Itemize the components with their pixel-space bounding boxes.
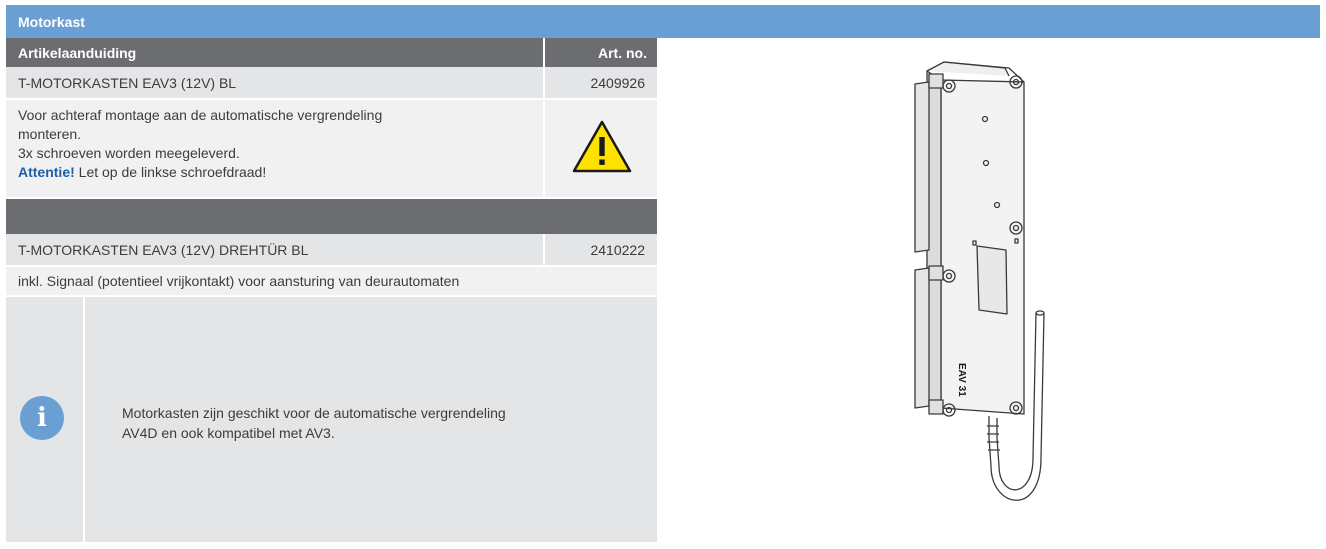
product-label: EAV 31	[956, 363, 967, 397]
article-description: inkl. Signaal (potentieel vrijkontakt) v…	[18, 273, 460, 289]
info-block: i Motorkasten zijn geschikt voor de auto…	[6, 297, 657, 542]
table-row: T-MOTORKASTEN EAV3 (12V) DREHTÜR BL 2410…	[6, 234, 657, 265]
separator-bar	[6, 199, 657, 234]
table-header-row: Artikelaanduiding Art. no.	[6, 38, 657, 67]
article-description: Voor achteraf montage aan de automatisch…	[18, 106, 382, 182]
section-header: Motorkast	[6, 5, 1320, 38]
page: Motorkast Artikelaanduiding Art. no. T-M…	[0, 0, 1326, 544]
article-description-row: Voor achteraf montage aan de automatisch…	[6, 100, 657, 197]
info-line: Motorkasten zijn geschikt voor de automa…	[122, 405, 506, 421]
info-text: Motorkasten zijn geschikt voor de automa…	[122, 403, 506, 443]
attention-label: Attentie!	[18, 164, 75, 180]
attention-line: Attentie! Let op de linkse schroefdraad!	[18, 163, 382, 182]
info-icon: i	[20, 396, 64, 440]
motor-box-illustration: EAV 31	[914, 61, 1045, 501]
attention-text: Let op de linkse schroefdraad!	[74, 164, 267, 180]
column-header-artno: Art. no.	[598, 45, 647, 61]
product-image-panel: EAV 31	[659, 38, 1320, 544]
table-row: T-MOTORKASTEN EAV3 (12V) BL 2409926	[6, 67, 657, 98]
article-number: 2410222	[590, 242, 645, 258]
section-title: Motorkast	[18, 14, 85, 30]
info-divider	[83, 297, 85, 542]
description-line: monteren.	[18, 126, 82, 142]
article-name: T-MOTORKASTEN EAV3 (12V) BL	[18, 75, 237, 91]
description-line: Voor achteraf montage aan de automatisch…	[18, 107, 383, 123]
warning-cell	[545, 100, 657, 197]
warning-triangle-icon	[572, 120, 632, 173]
article-number: 2409926	[590, 75, 645, 91]
description-line: 3x schroeven worden meegeleverd.	[18, 145, 240, 161]
column-header-article: Artikelaanduiding	[18, 45, 137, 61]
article-name: T-MOTORKASTEN EAV3 (12V) DREHTÜR BL	[18, 242, 309, 258]
info-line: AV4D en ook kompatibel met AV3.	[122, 425, 335, 441]
column-divider	[543, 38, 545, 67]
article-description-row: inkl. Signaal (potentieel vrijkontakt) v…	[6, 267, 657, 295]
